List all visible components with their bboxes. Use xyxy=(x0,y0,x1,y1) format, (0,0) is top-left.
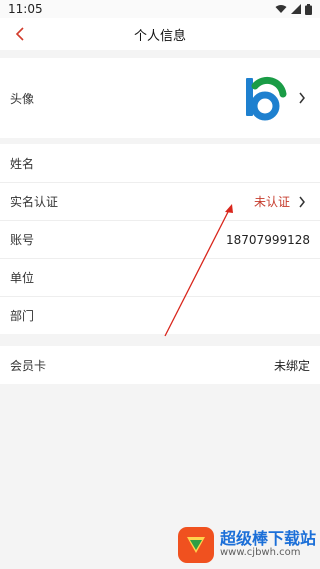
watermark-url: www.cjbwh.com xyxy=(220,546,301,558)
signal-icon xyxy=(291,4,301,14)
info-card: 姓名 实名认证 未认证 账号 18707999128 单位 部门 xyxy=(0,144,320,334)
account-label: 账号 xyxy=(10,233,35,247)
top-bar: 个人信息 xyxy=(0,18,320,50)
verification-status: 未认证 xyxy=(253,195,290,209)
status-bar: 11:05 xyxy=(0,0,320,18)
chevron-left-icon xyxy=(15,27,24,41)
watermark: 超级棒下载站 www.cjbwh.com xyxy=(176,520,320,569)
avatar-card: 头像 xyxy=(0,58,320,138)
watermark-title: 超级棒下载站 xyxy=(220,528,317,548)
membership-row[interactable]: 会员卡 未绑定 xyxy=(0,346,320,384)
chevron-right-icon xyxy=(294,90,310,106)
account-value: 18707999128 xyxy=(226,232,310,247)
status-time: 11:05 xyxy=(8,2,43,16)
chevron-right-icon xyxy=(294,194,310,210)
name-label: 姓名 xyxy=(10,156,35,171)
watermark-logo-icon xyxy=(178,526,214,563)
battery-icon xyxy=(305,3,312,15)
wifi-icon xyxy=(275,5,287,13)
status-icons xyxy=(275,3,312,15)
page-title: 个人信息 xyxy=(133,28,186,44)
info-row-department[interactable]: 部门 xyxy=(0,296,320,334)
verification-label: 实名认证 xyxy=(10,195,59,209)
membership-label: 会员卡 xyxy=(10,358,47,373)
info-row-account[interactable]: 账号 18707999128 xyxy=(0,220,320,258)
avatar-row[interactable]: 头像 xyxy=(0,58,320,138)
avatar-logo-icon xyxy=(246,76,287,121)
organization-label: 单位 xyxy=(10,271,35,285)
avatar-label: 头像 xyxy=(10,91,35,106)
department-label: 部门 xyxy=(10,309,35,323)
info-row-organization[interactable]: 单位 xyxy=(0,258,320,296)
info-row-verification[interactable]: 实名认证 未认证 xyxy=(0,182,320,220)
membership-card: 会员卡 未绑定 xyxy=(0,346,320,384)
back-button[interactable] xyxy=(8,22,32,46)
avatar xyxy=(242,74,290,122)
membership-value: 未绑定 xyxy=(273,358,310,373)
info-row-name[interactable]: 姓名 xyxy=(0,144,320,182)
